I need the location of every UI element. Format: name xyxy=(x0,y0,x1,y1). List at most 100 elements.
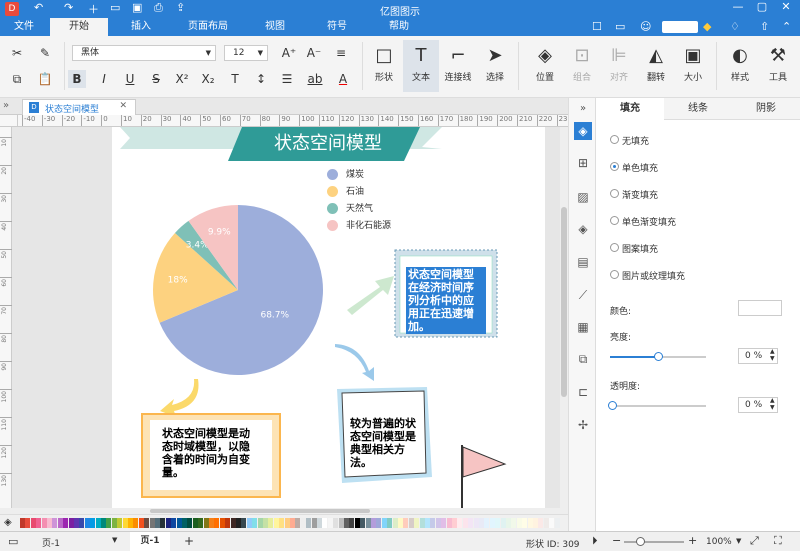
color-swatch[interactable] xyxy=(160,518,166,528)
tab-shadow[interactable]: 阴影 xyxy=(732,98,800,120)
color-swatch[interactable] xyxy=(47,518,52,528)
color-swatch[interactable] xyxy=(360,518,366,528)
fill-bucket-icon[interactable]: ◈ xyxy=(4,517,12,528)
align-icon[interactable]: ≡ xyxy=(332,44,350,62)
drawing-page[interactable]: 68.7% 18% 3.4% 9.9% 状态空间模型 煤炭 石油 天然气 非化石能源 … xyxy=(112,127,545,513)
color-swatch[interactable] xyxy=(506,518,511,528)
color-swatch[interactable] xyxy=(111,518,117,528)
color-swatch[interactable] xyxy=(543,518,549,528)
highlight-icon[interactable]: ab xyxy=(306,70,324,88)
add-page-button[interactable]: + xyxy=(184,534,194,548)
color-swatch[interactable] xyxy=(457,518,463,528)
color-swatch[interactable] xyxy=(268,518,274,528)
color-swatch[interactable] xyxy=(516,518,522,528)
color-swatch[interactable] xyxy=(300,518,306,528)
transparency-slider-knob[interactable] xyxy=(608,401,617,410)
color-swatch[interactable] xyxy=(511,518,517,528)
list-icon[interactable]: ☰ xyxy=(278,70,296,88)
collapse-ribbon-icon[interactable]: ⌃ xyxy=(782,20,791,33)
radio-solid-fill[interactable] xyxy=(610,162,619,171)
menu-symbol[interactable]: 符号 xyxy=(314,18,360,36)
grid-icon[interactable]: ⊞ xyxy=(574,154,592,172)
color-swatch[interactable] xyxy=(74,518,79,528)
color-swatch[interactable] xyxy=(225,518,231,528)
radio-pattern-fill[interactable] xyxy=(610,243,619,252)
collapse-panel-icon[interactable]: » xyxy=(574,99,592,117)
color-swatch[interactable] xyxy=(333,518,339,528)
color-swatch[interactable] xyxy=(403,518,409,528)
color-swatch[interactable] xyxy=(257,518,263,528)
select-button[interactable]: ➤ 选择 xyxy=(477,40,513,92)
color-swatch[interactable] xyxy=(176,518,182,528)
radio-single-gradient-fill[interactable] xyxy=(610,216,619,225)
color-swatch[interactable] xyxy=(230,518,236,528)
username-field[interactable] xyxy=(662,21,698,33)
tshirt-icon[interactable]: ♢ xyxy=(730,20,740,33)
color-swatch[interactable] xyxy=(20,518,25,528)
color-swatch[interactable] xyxy=(295,518,301,528)
vertical-scroll-thumb[interactable] xyxy=(561,207,567,397)
color-swatch[interactable] xyxy=(209,518,214,528)
left-textbox[interactable]: 状态空间模型是动态时域模型，以隐含着的时间为自变量。 xyxy=(162,427,258,479)
color-swatch[interactable] xyxy=(452,518,457,528)
text-format-icon[interactable]: T xyxy=(226,70,244,88)
color-swatch[interactable] xyxy=(365,518,371,528)
menu-help[interactable]: 帮助 xyxy=(376,18,422,36)
copy-icon[interactable]: ⧉ xyxy=(8,70,26,88)
color-swatch[interactable] xyxy=(36,518,42,528)
expand-library-icon[interactable]: » xyxy=(3,100,9,111)
color-swatch[interactable] xyxy=(182,518,187,528)
image-icon[interactable]: ▨ xyxy=(574,188,592,206)
table-icon[interactable]: ▦ xyxy=(574,318,592,336)
color-swatch[interactable] xyxy=(473,518,479,528)
paste-icon[interactable]: 📋 xyxy=(36,70,54,88)
color-swatch[interactable] xyxy=(106,518,112,528)
color-swatch[interactable] xyxy=(84,518,90,528)
color-swatch[interactable] xyxy=(192,518,198,528)
zoom-in-icon[interactable]: + xyxy=(688,534,697,547)
color-swatch[interactable] xyxy=(63,518,69,528)
align-button[interactable]: ⊫ 对齐 xyxy=(601,40,637,92)
horizontal-scroll-thumb[interactable] xyxy=(150,509,370,513)
color-swatch[interactable] xyxy=(79,518,85,528)
right-textbox[interactable]: 状态空间模型在经济时间序列分析中的应用正在迅速增加。 xyxy=(406,267,486,334)
menu-view[interactable]: 视图 xyxy=(252,18,298,36)
color-swatch[interactable] xyxy=(376,518,382,528)
color-swatch[interactable] xyxy=(327,518,333,528)
color-swatch[interactable] xyxy=(381,518,387,528)
brightness-slider[interactable] xyxy=(610,352,706,361)
tools-button[interactable]: ⚒ 工具 xyxy=(760,40,796,92)
color-swatch[interactable] xyxy=(25,518,31,528)
diamond-icon[interactable]: ◆ xyxy=(703,20,711,33)
canvas-area[interactable]: 68.7% 18% 3.4% 9.9% 状态空间模型 煤炭 石油 天然气 非化石能源 … xyxy=(12,127,560,513)
strikethrough-button[interactable]: S xyxy=(147,70,165,88)
underline-button[interactable]: U xyxy=(121,70,139,88)
shape-button[interactable]: □ 形状 xyxy=(366,40,402,92)
style-button[interactable]: ◐ 样式 xyxy=(722,40,758,92)
format-painter-icon[interactable]: ✎ xyxy=(36,44,54,62)
color-swatch[interactable] xyxy=(203,518,209,528)
color-swatch[interactable] xyxy=(284,518,290,528)
connector-style-icon[interactable]: ⊏ xyxy=(574,383,592,401)
bold-button[interactable]: B xyxy=(68,70,86,88)
color-swatch[interactable] xyxy=(171,518,177,528)
color-swatch[interactable] xyxy=(441,518,447,528)
fill-panel-icon[interactable]: ◈ xyxy=(574,122,592,140)
line-spacing-icon[interactable]: ↕ xyxy=(252,70,270,88)
color-swatch[interactable] xyxy=(495,518,501,528)
color-swatch[interactable] xyxy=(414,518,420,528)
color-swatch[interactable] xyxy=(30,518,36,528)
close-button[interactable]: ✕ xyxy=(776,0,796,13)
menu-home[interactable]: 开始 xyxy=(50,18,108,36)
font-increase-icon[interactable]: A⁺ xyxy=(280,44,298,62)
connector-button[interactable]: ⌐ 连接线 xyxy=(440,40,476,92)
color-swatch[interactable] xyxy=(344,518,349,528)
color-swatch[interactable] xyxy=(187,518,193,528)
color-swatch[interactable] xyxy=(263,518,268,528)
color-swatch[interactable] xyxy=(198,518,204,528)
font-color-icon[interactable]: A xyxy=(334,70,352,88)
clip-icon[interactable]: ⧉ xyxy=(574,350,592,368)
color-swatch[interactable] xyxy=(214,518,220,528)
color-swatch[interactable] xyxy=(527,518,533,528)
color-swatch[interactable] xyxy=(468,518,474,528)
